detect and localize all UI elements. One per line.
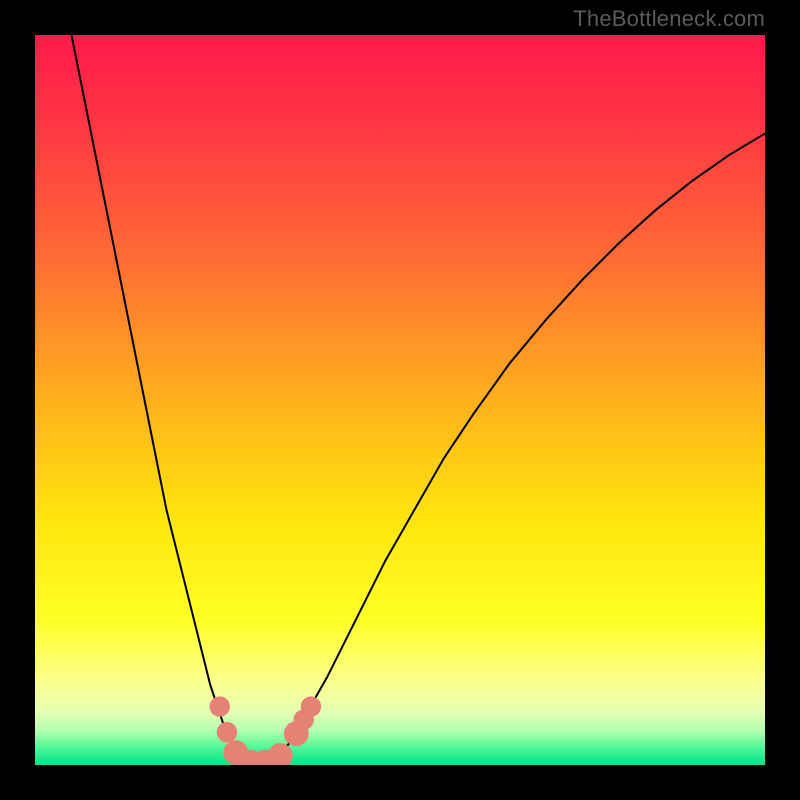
watermark-text: TheBottleneck.com <box>573 6 765 32</box>
curve-marker <box>217 722 237 742</box>
curve-marker <box>268 743 293 765</box>
curve-marker <box>301 696 321 716</box>
chart-stage: TheBottleneck.com <box>0 0 800 800</box>
curve-path <box>72 35 766 765</box>
bottleneck-curve <box>35 35 765 765</box>
plot-area <box>35 35 765 765</box>
curve-markers <box>209 696 321 765</box>
curve-marker <box>209 696 229 716</box>
